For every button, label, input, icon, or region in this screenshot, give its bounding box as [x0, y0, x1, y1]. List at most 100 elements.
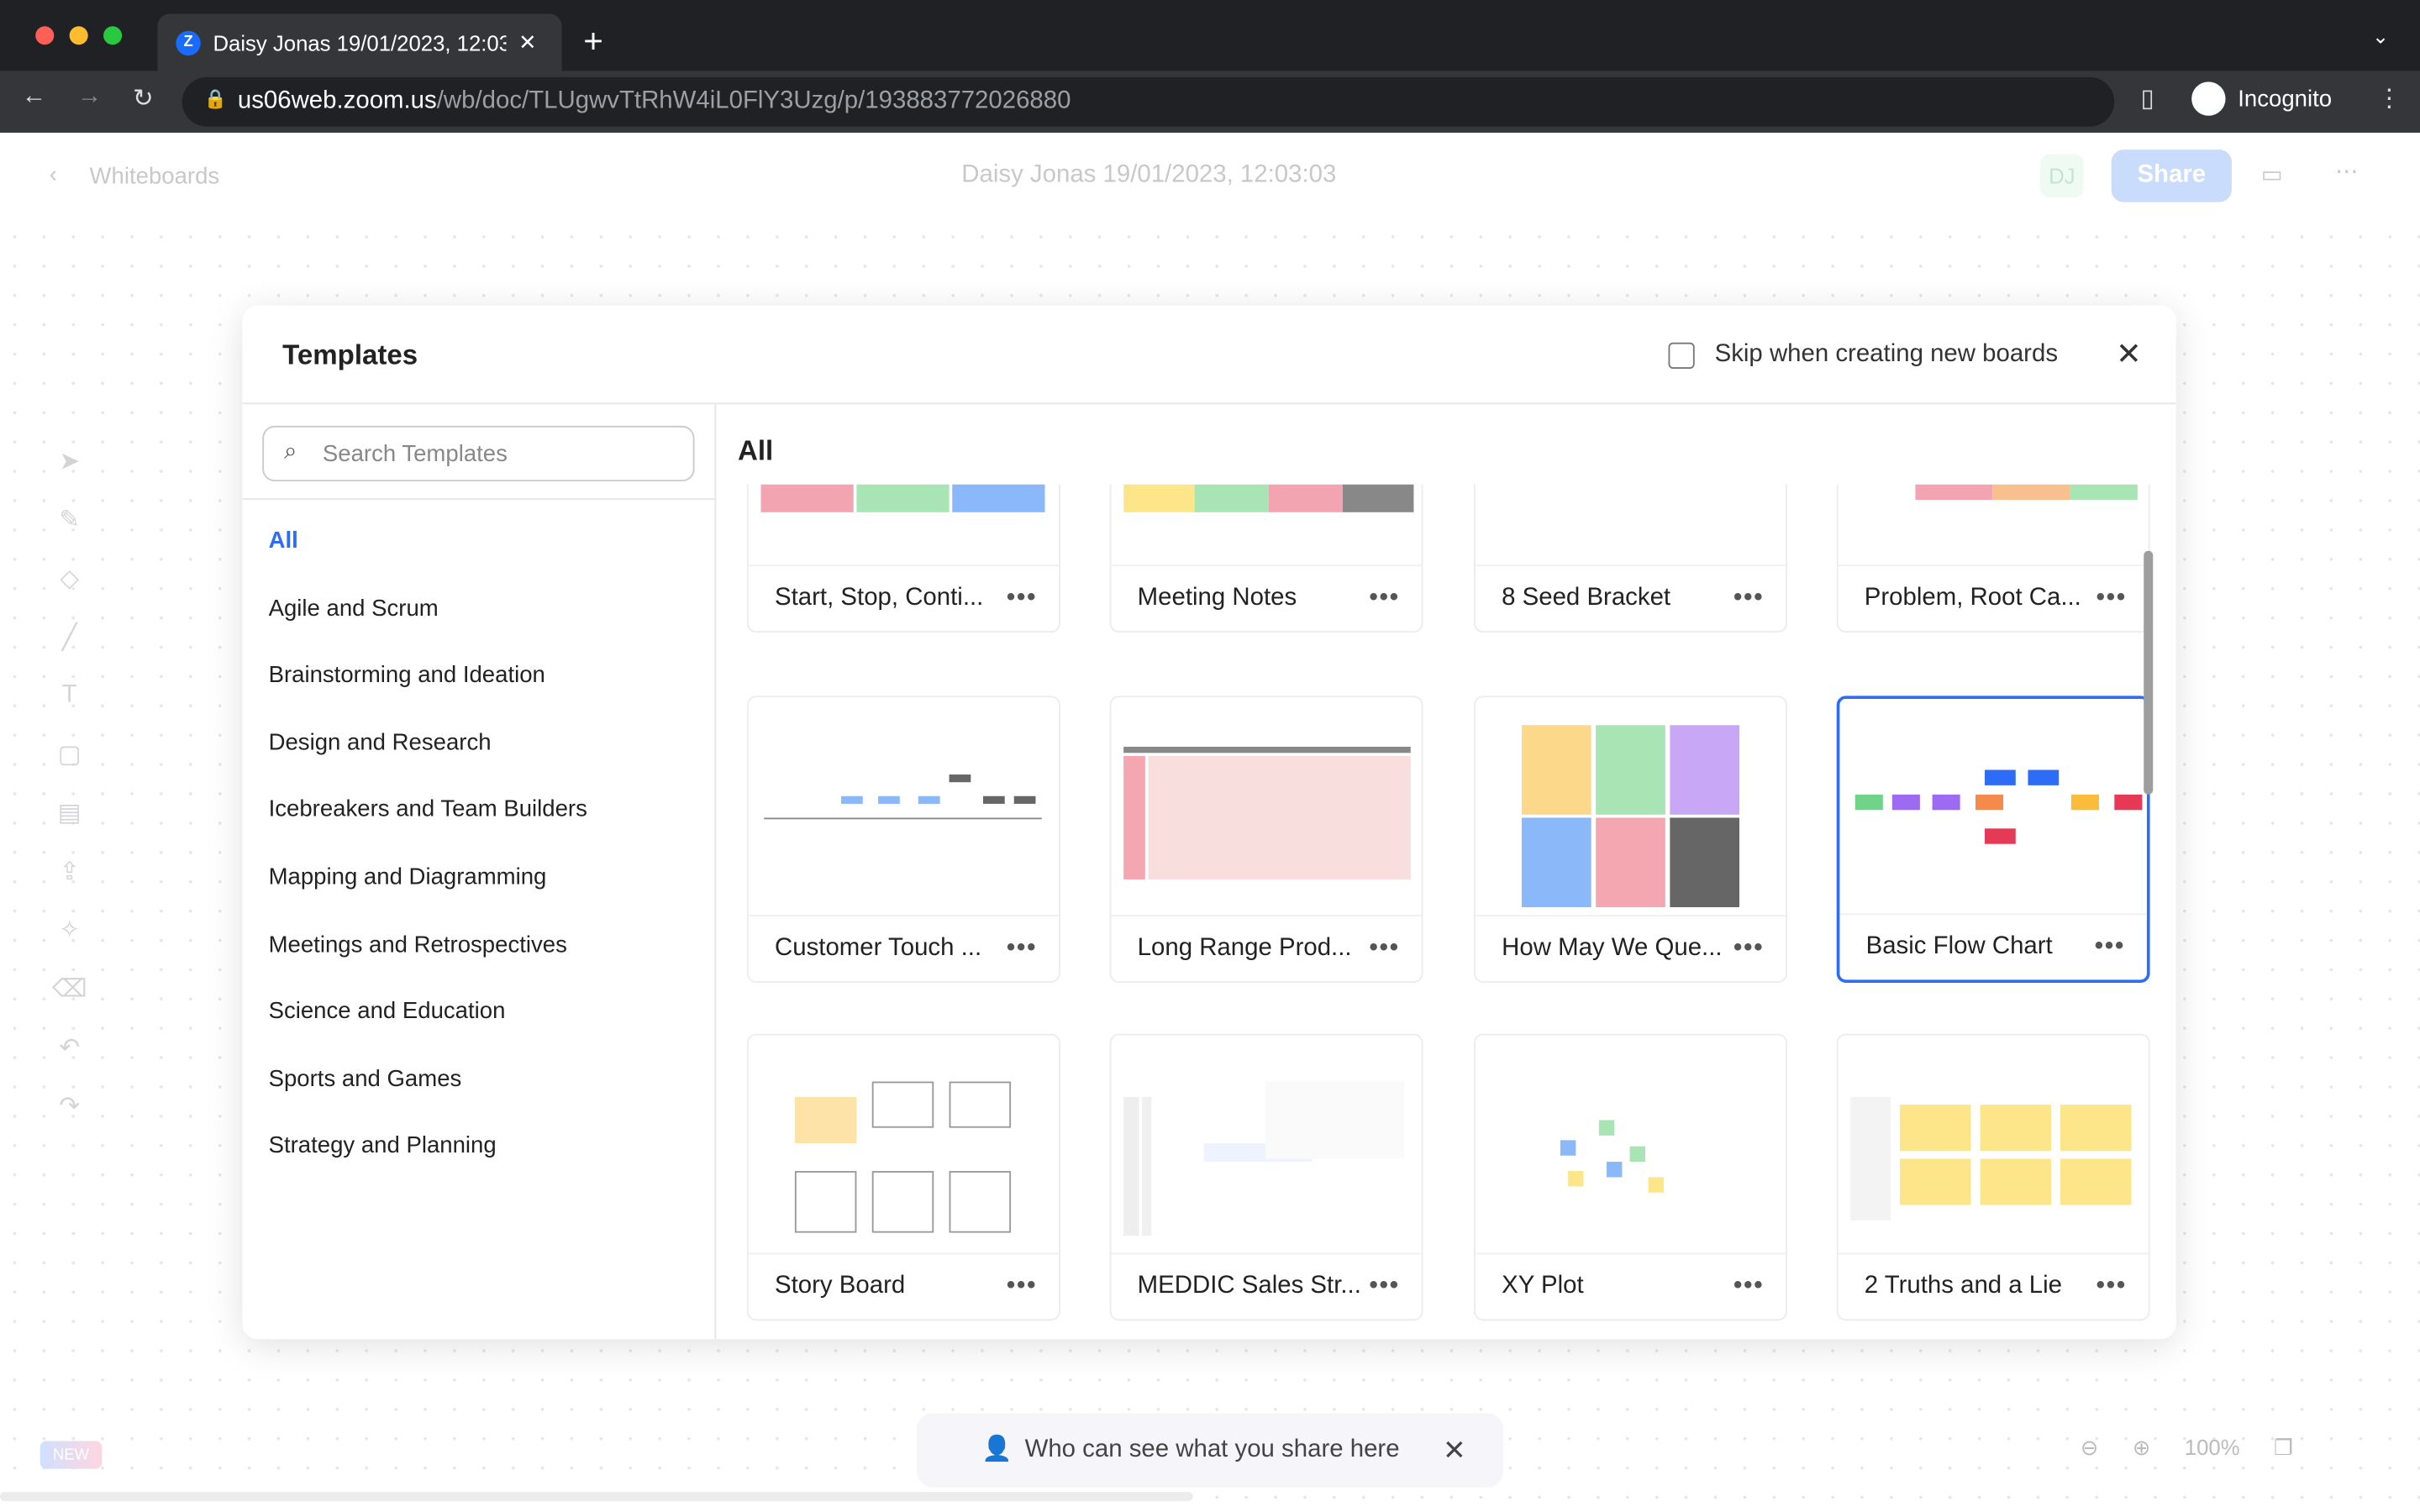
more-options-icon[interactable]: ••• [1370, 935, 1400, 963]
thumbnail-shape [1596, 817, 1665, 907]
whiteboards-link[interactable]: Whiteboards [90, 164, 220, 190]
template-thumbnail [748, 1035, 1059, 1257]
template-card[interactable]: Story Board ••• [746, 1033, 1060, 1321]
template-thumbnail [1838, 484, 2149, 568]
horizontal-scrollbar[interactable] [0, 1492, 1193, 1502]
select-tool-icon[interactable]: ➤ [37, 432, 102, 491]
zoom-in-icon[interactable]: ⊕ [2133, 1435, 2151, 1461]
thumbnail-shape [760, 484, 854, 512]
line-tool-icon[interactable]: ╱ [37, 608, 102, 667]
category-icebreakers-and-team-builders[interactable]: Icebreakers and Team Builders [269, 796, 587, 822]
eraser-icon[interactable]: ⌫ [37, 959, 102, 1018]
upload-icon[interactable]: ⇪ [37, 843, 102, 901]
pen-tool-icon[interactable]: ✎ [37, 491, 102, 549]
template-name: Basic Flow Chart [1865, 933, 2053, 960]
comment-icon[interactable]: ▭ [2261, 160, 2283, 188]
more-options-icon[interactable]: ••• [1733, 585, 1764, 612]
templates-scrollbar[interactable] [2144, 550, 2154, 795]
template-label-bar: 2 Truths and a Lie ••• [1838, 1252, 2149, 1319]
template-name: Start, Stop, Conti... [775, 585, 984, 612]
template-tool-icon[interactable]: ▤ [37, 784, 102, 843]
thumbnail-shape [949, 774, 971, 783]
more-options-icon[interactable]: ••• [1007, 585, 1037, 612]
more-options-icon[interactable]: ••• [2096, 585, 2127, 612]
skip-checkbox[interactable] [1668, 342, 1695, 369]
maximize-window-button[interactable] [103, 26, 123, 45]
template-card[interactable]: XY Plot ••• [1474, 1033, 1787, 1321]
more-options-icon[interactable]: ••• [2096, 1273, 2127, 1300]
template-card[interactable]: Customer Touch ... ••• [746, 696, 1060, 983]
tab-list-chevron-icon[interactable]: ⌄ [2372, 24, 2389, 49]
close-notice-icon[interactable]: ✕ [1443, 1434, 1466, 1467]
template-thumbnail [1475, 697, 1786, 918]
more-options-icon[interactable]: ••• [1733, 1273, 1764, 1300]
shapes-tool-icon[interactable]: ◇ [37, 549, 102, 608]
browser-menu-icon[interactable]: ⋮ [2377, 83, 2402, 114]
template-thumbnail [748, 697, 1059, 918]
thumbnail-shape [1596, 725, 1665, 815]
category-design-and-research[interactable]: Design and Research [269, 729, 492, 755]
category-all[interactable]: All [269, 528, 298, 554]
address-bar[interactable]: 🔒 us06web.zoom.us/wb/doc/TLUgwvTtRhW4iL0F… [182, 76, 2115, 127]
category-agile-and-scrum[interactable]: Agile and Scrum [269, 595, 439, 621]
redo-icon[interactable]: ↷ [37, 1077, 102, 1136]
category-strategy-and-planning[interactable]: Strategy and Planning [269, 1133, 497, 1159]
more-options-icon[interactable]: ••• [1007, 1273, 1037, 1300]
back-icon[interactable]: ← [22, 83, 46, 111]
template-card[interactable]: Start, Stop, Conti... ••• [746, 484, 1060, 633]
skip-label[interactable]: Skip when creating new boards [1715, 341, 2058, 369]
more-options-icon[interactable]: ••• [1370, 1273, 1400, 1300]
template-card[interactable]: Problem, Root Ca... ••• [1836, 484, 2150, 633]
pages-icon[interactable]: ❐ [2274, 1435, 2293, 1461]
template-card[interactable]: MEDDIC Sales Str... ••• [1109, 1033, 1423, 1321]
templates-scroll-area[interactable]: Start, Stop, Conti... ••• Meeting Notes •••… [718, 484, 2176, 1340]
new-tab-button[interactable]: + [583, 22, 603, 62]
category-meetings-and-retrospectives[interactable]: Meetings and Retrospectives [269, 932, 567, 958]
back-chevron-icon[interactable]: ‹ [50, 162, 57, 188]
template-thumbnail [1838, 1035, 2149, 1257]
category-mapping-and-diagramming[interactable]: Mapping and Diagramming [269, 864, 547, 890]
more-options-icon[interactable]: ••• [1370, 585, 1400, 612]
more-options-icon[interactable]: ••• [1733, 935, 1764, 963]
close-modal-icon[interactable]: ✕ [2116, 335, 2142, 374]
zoom-out-icon[interactable]: ⊖ [2081, 1435, 2099, 1461]
share-button[interactable]: Share [2111, 150, 2232, 202]
thumbnail-shape [949, 1081, 1012, 1128]
avatar[interactable]: DJ [2040, 154, 2084, 198]
template-name: How May We Que... [1502, 935, 1723, 962]
browser-tab[interactable]: Z Daisy Jonas 19/01/2023, 12:03 ✕ [157, 13, 562, 71]
sticky-note-icon[interactable]: ▢ [37, 725, 102, 784]
new-badge[interactable]: NEW [39, 1441, 103, 1469]
template-card[interactable]: Long Range Prod... ••• [1109, 696, 1423, 983]
board-title[interactable]: Daisy Jonas 19/01/2023, 12:03:03 [961, 162, 1336, 190]
thumbnail-shape [1975, 794, 2004, 811]
reload-icon[interactable]: ↻ [133, 83, 154, 114]
more-options-icon[interactable]: ••• [1007, 935, 1037, 963]
ai-tool-icon[interactable]: ✧ [37, 901, 102, 960]
thumbnail-shape [1980, 1105, 2052, 1152]
category-sports-and-games[interactable]: Sports and Games [269, 1066, 462, 1092]
side-panel-icon[interactable]: ▯ [2141, 83, 2154, 114]
minimize-window-button[interactable] [69, 26, 88, 45]
template-card[interactable]: 2 Truths and a Lie ••• [1836, 1033, 2150, 1321]
zoom-level[interactable]: 100% [2185, 1435, 2240, 1461]
forward-icon[interactable]: → [77, 83, 102, 111]
close-window-button[interactable] [35, 26, 55, 45]
template-card[interactable]: Basic Flow Chart ••• [1836, 696, 2150, 983]
more-options-icon[interactable]: ⋯ [2335, 157, 2359, 185]
template-card[interactable]: Meeting Notes ••• [1109, 484, 1423, 633]
category-brainstorming-and-ideation[interactable]: Brainstorming and Ideation [269, 662, 545, 688]
template-card[interactable]: 8 Seed Bracket ••• [1474, 484, 1787, 633]
category-science-and-education[interactable]: Science and Education [269, 999, 506, 1025]
more-options-icon[interactable]: ••• [2095, 933, 2125, 961]
template-name: XY Plot [1502, 1273, 1584, 1299]
template-name: Long Range Prod... [1137, 935, 1352, 962]
tab-close-icon[interactable]: ✕ [518, 29, 537, 55]
search-templates-input[interactable]: ⌕ Search Templates [262, 425, 695, 482]
incognito-indicator[interactable]: Incognito [2191, 81, 2332, 116]
template-card[interactable]: How May We Que... ••• [1474, 696, 1787, 983]
text-tool-icon[interactable]: T [37, 666, 102, 725]
template-label-bar: Meeting Notes ••• [1111, 564, 1422, 631]
undo-icon[interactable]: ↶ [37, 1018, 102, 1077]
template-thumbnail [1111, 1035, 1422, 1257]
